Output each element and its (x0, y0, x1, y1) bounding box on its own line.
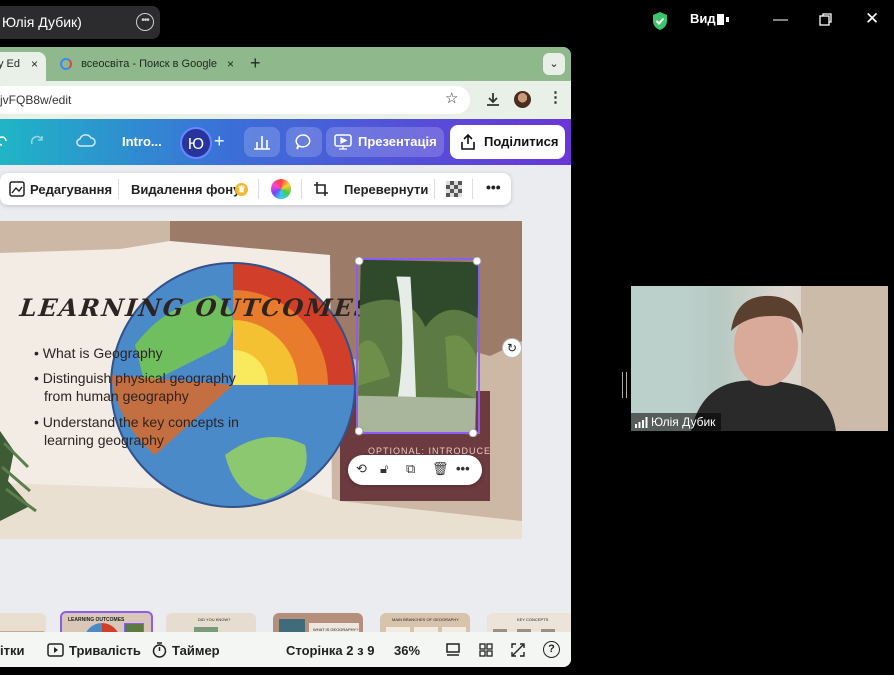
download-icon[interactable] (486, 92, 500, 107)
more-options-icon[interactable]: ••• (456, 461, 470, 476)
analytics-button[interactable] (244, 127, 280, 157)
more-options-icon[interactable]: ••• (486, 179, 501, 195)
duration-button[interactable]: Тривалість (69, 643, 141, 658)
edit-image-icon (9, 181, 25, 197)
close-window-button[interactable]: ✕ (865, 9, 879, 29)
page-view-icon[interactable] (446, 643, 460, 656)
participant-video-frame (631, 286, 888, 431)
tab-strip: y Ed × всеосвіта - Поиск в Google × + ⌄ (0, 47, 571, 81)
flip-button[interactable]: Перевернути (344, 182, 428, 197)
editor-status-bar: ітки Тривалість Таймер Сторінка 2 з 9 36… (0, 632, 571, 667)
close-icon[interactable]: × (227, 52, 234, 77)
document-title[interactable]: Intro... (122, 134, 162, 149)
slide-title[interactable]: LEARNING OUTCOMES (18, 293, 375, 322)
selection-quick-toolbar: ⟲ 🔓︎ ⧉ 🗑︎ ••• (348, 455, 482, 485)
bullet-text[interactable]: learning geography (44, 431, 164, 449)
tab-search-button[interactable]: ⌄ (543, 53, 565, 75)
redo-icon[interactable] (30, 134, 46, 148)
bar-chart-icon (254, 136, 270, 150)
comment-icon (295, 134, 311, 150)
canva-header: Intro... Ю + Презентація Поділитися (0, 119, 571, 165)
fullscreen-icon[interactable] (511, 643, 525, 657)
present-button[interactable]: Презентація (326, 127, 444, 157)
signal-icon (635, 417, 648, 428)
profile-avatar[interactable] (514, 91, 531, 108)
view-menu[interactable]: Вид (690, 11, 716, 26)
participant-name: Юлія Дубик (651, 415, 716, 429)
bullet-text[interactable]: from human geography (44, 387, 189, 405)
rotate-handle-icon[interactable]: ↻ (502, 338, 522, 358)
participant-name-tag: Юлія Дубик (631, 413, 721, 431)
tab-label: всеосвіта - Поиск в Google (81, 58, 218, 70)
present-label: Презентація (358, 134, 437, 149)
edit-image-button[interactable]: Редагування (30, 182, 112, 197)
lock-icon[interactable]: 🔓︎ (380, 461, 388, 477)
bullet-text[interactable]: • Understand the key concepts in (34, 413, 239, 431)
tab-canva[interactable]: y Ed × (0, 52, 46, 81)
timer-button[interactable]: Таймер (172, 643, 220, 658)
undo-icon[interactable] (0, 135, 8, 147)
page-indicator[interactable]: Сторінка 2 з 9 (286, 643, 374, 658)
zoom-level[interactable]: 36% (394, 643, 420, 658)
trash-icon[interactable]: 🗑︎ (432, 461, 449, 477)
comments-button[interactable] (286, 127, 322, 157)
user-initial: Ю (187, 136, 205, 153)
shared-browser-window: y Ed × всеосвіта - Поиск в Google × + ⌄ … (0, 47, 571, 667)
editor-workspace: Редагування Видалення фону ♛ Перевернути… (0, 165, 571, 667)
comment-add-icon[interactable]: ⟲ (356, 461, 367, 477)
grid-view-icon[interactable] (479, 643, 493, 657)
add-collaborator-button[interactable]: + (214, 131, 225, 152)
tab-label: y Ed (0, 58, 21, 70)
cloud-save-icon[interactable] (76, 133, 96, 148)
url-text: jvFQB8w/edit (0, 93, 72, 107)
more-options-icon[interactable]: ••• (136, 13, 154, 31)
restore-button[interactable] (819, 13, 832, 26)
help-icon[interactable]: ? (543, 641, 560, 658)
tab-google-search[interactable]: всеосвіта - Поиск в Google × (52, 52, 242, 81)
transparency-icon[interactable] (446, 181, 462, 197)
user-avatar[interactable]: Ю (180, 127, 212, 159)
new-tab-button[interactable]: + (250, 53, 261, 74)
duplicate-icon[interactable]: ⧉ (406, 461, 415, 477)
image-context-toolbar: Редагування Видалення фону ♛ Перевернути… (0, 173, 511, 205)
participant-video[interactable] (631, 286, 888, 431)
notes-button[interactable]: ітки (0, 643, 24, 658)
browser-menu-icon[interactable]: ⋮ (548, 88, 563, 106)
share-label: Поділитися (484, 134, 559, 149)
shield-icon[interactable] (651, 11, 669, 31)
bookmark-star-icon[interactable]: ☆ (445, 89, 458, 107)
bullet-text[interactable]: • Distinguish physical geography (34, 369, 236, 387)
panel-resize-handle[interactable] (622, 372, 627, 398)
view-layout-icon[interactable] (717, 14, 729, 25)
address-toolbar: jvFQB8w/edit ☆ ⋮ (0, 81, 571, 119)
duration-icon (47, 643, 64, 657)
google-icon (60, 58, 72, 71)
bullet-text[interactable]: • What is Geography (34, 344, 163, 362)
minimize-button[interactable]: — (773, 11, 788, 28)
color-picker-icon[interactable] (271, 179, 291, 199)
address-bar[interactable]: jvFQB8w/edit (0, 86, 470, 114)
bg-remover-button[interactable]: Видалення фону (131, 182, 240, 197)
speaker-name: Юлія Дубик) (2, 14, 82, 30)
share-icon (461, 134, 475, 150)
waterfall-photo[interactable] (355, 257, 483, 437)
slide-canvas[interactable]: LEARNING OUTCOMES • What is Geography • … (0, 221, 522, 539)
speaker-indicator[interactable]: Юлія Дубик) ••• (0, 6, 160, 39)
share-button[interactable]: Поділитися (450, 125, 565, 159)
crop-icon[interactable] (313, 181, 329, 197)
timer-icon (152, 642, 167, 658)
presentation-icon (334, 134, 352, 150)
pro-crown-icon: ♛ (235, 183, 248, 196)
close-icon[interactable]: × (31, 52, 38, 77)
